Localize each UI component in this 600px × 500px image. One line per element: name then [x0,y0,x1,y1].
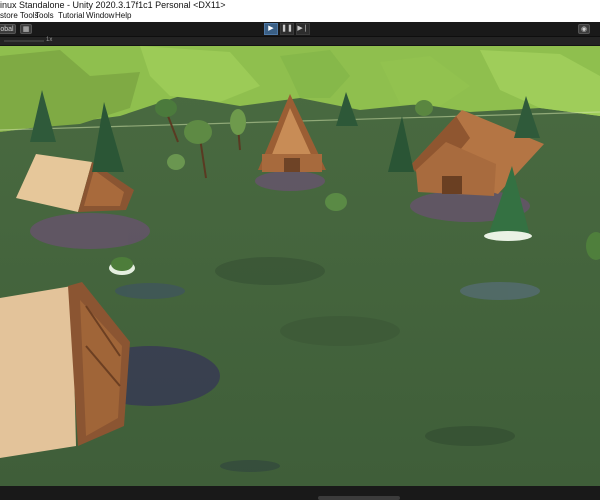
scale-label: 1x [46,37,53,43]
leafy-tree [415,100,433,116]
scale-slider[interactable] [4,40,44,42]
play-button[interactable]: ▶ [264,23,278,35]
window-title: inux Standalone - Unity 2020.3.17f1c1 Pe… [0,0,226,10]
menu-tutorial[interactable]: Tutorial [58,10,84,22]
game-view-bar: 1x [0,37,600,46]
game-viewport[interactable] [0,46,600,486]
layers-button[interactable]: ◉ [578,24,590,34]
menu-bar: store Tools Tools Tutorial Window Help [0,10,600,22]
menu-tools[interactable]: Tools [35,10,54,22]
global-pivot-toggle[interactable]: obal [0,24,16,34]
horizontal-scrollbar[interactable] [318,496,400,500]
step-button[interactable]: ▶❘ [296,23,310,35]
grid-icon: ▦ [22,26,30,33]
bush [325,193,347,211]
menu-help[interactable]: Help [115,10,131,22]
game-scene [0,46,600,486]
grid-snap-button[interactable]: ▦ [20,24,32,34]
pause-button[interactable]: ❚❚ [280,23,294,35]
menu-store-tools[interactable]: store Tools [0,10,39,22]
window-title-bar: inux Standalone - Unity 2020.3.17f1c1 Pe… [0,0,600,10]
bottom-bar [0,486,600,500]
layers-icon: ◉ [580,26,588,33]
step-icon: ▶❘ [297,25,309,32]
editor-toolbar: obal ▦ ▶ ❚❚ ▶❘ ◉ [0,22,600,37]
menu-window[interactable]: Window [86,10,114,22]
pause-icon: ❚❚ [281,25,293,32]
play-icon: ▶ [268,25,274,32]
